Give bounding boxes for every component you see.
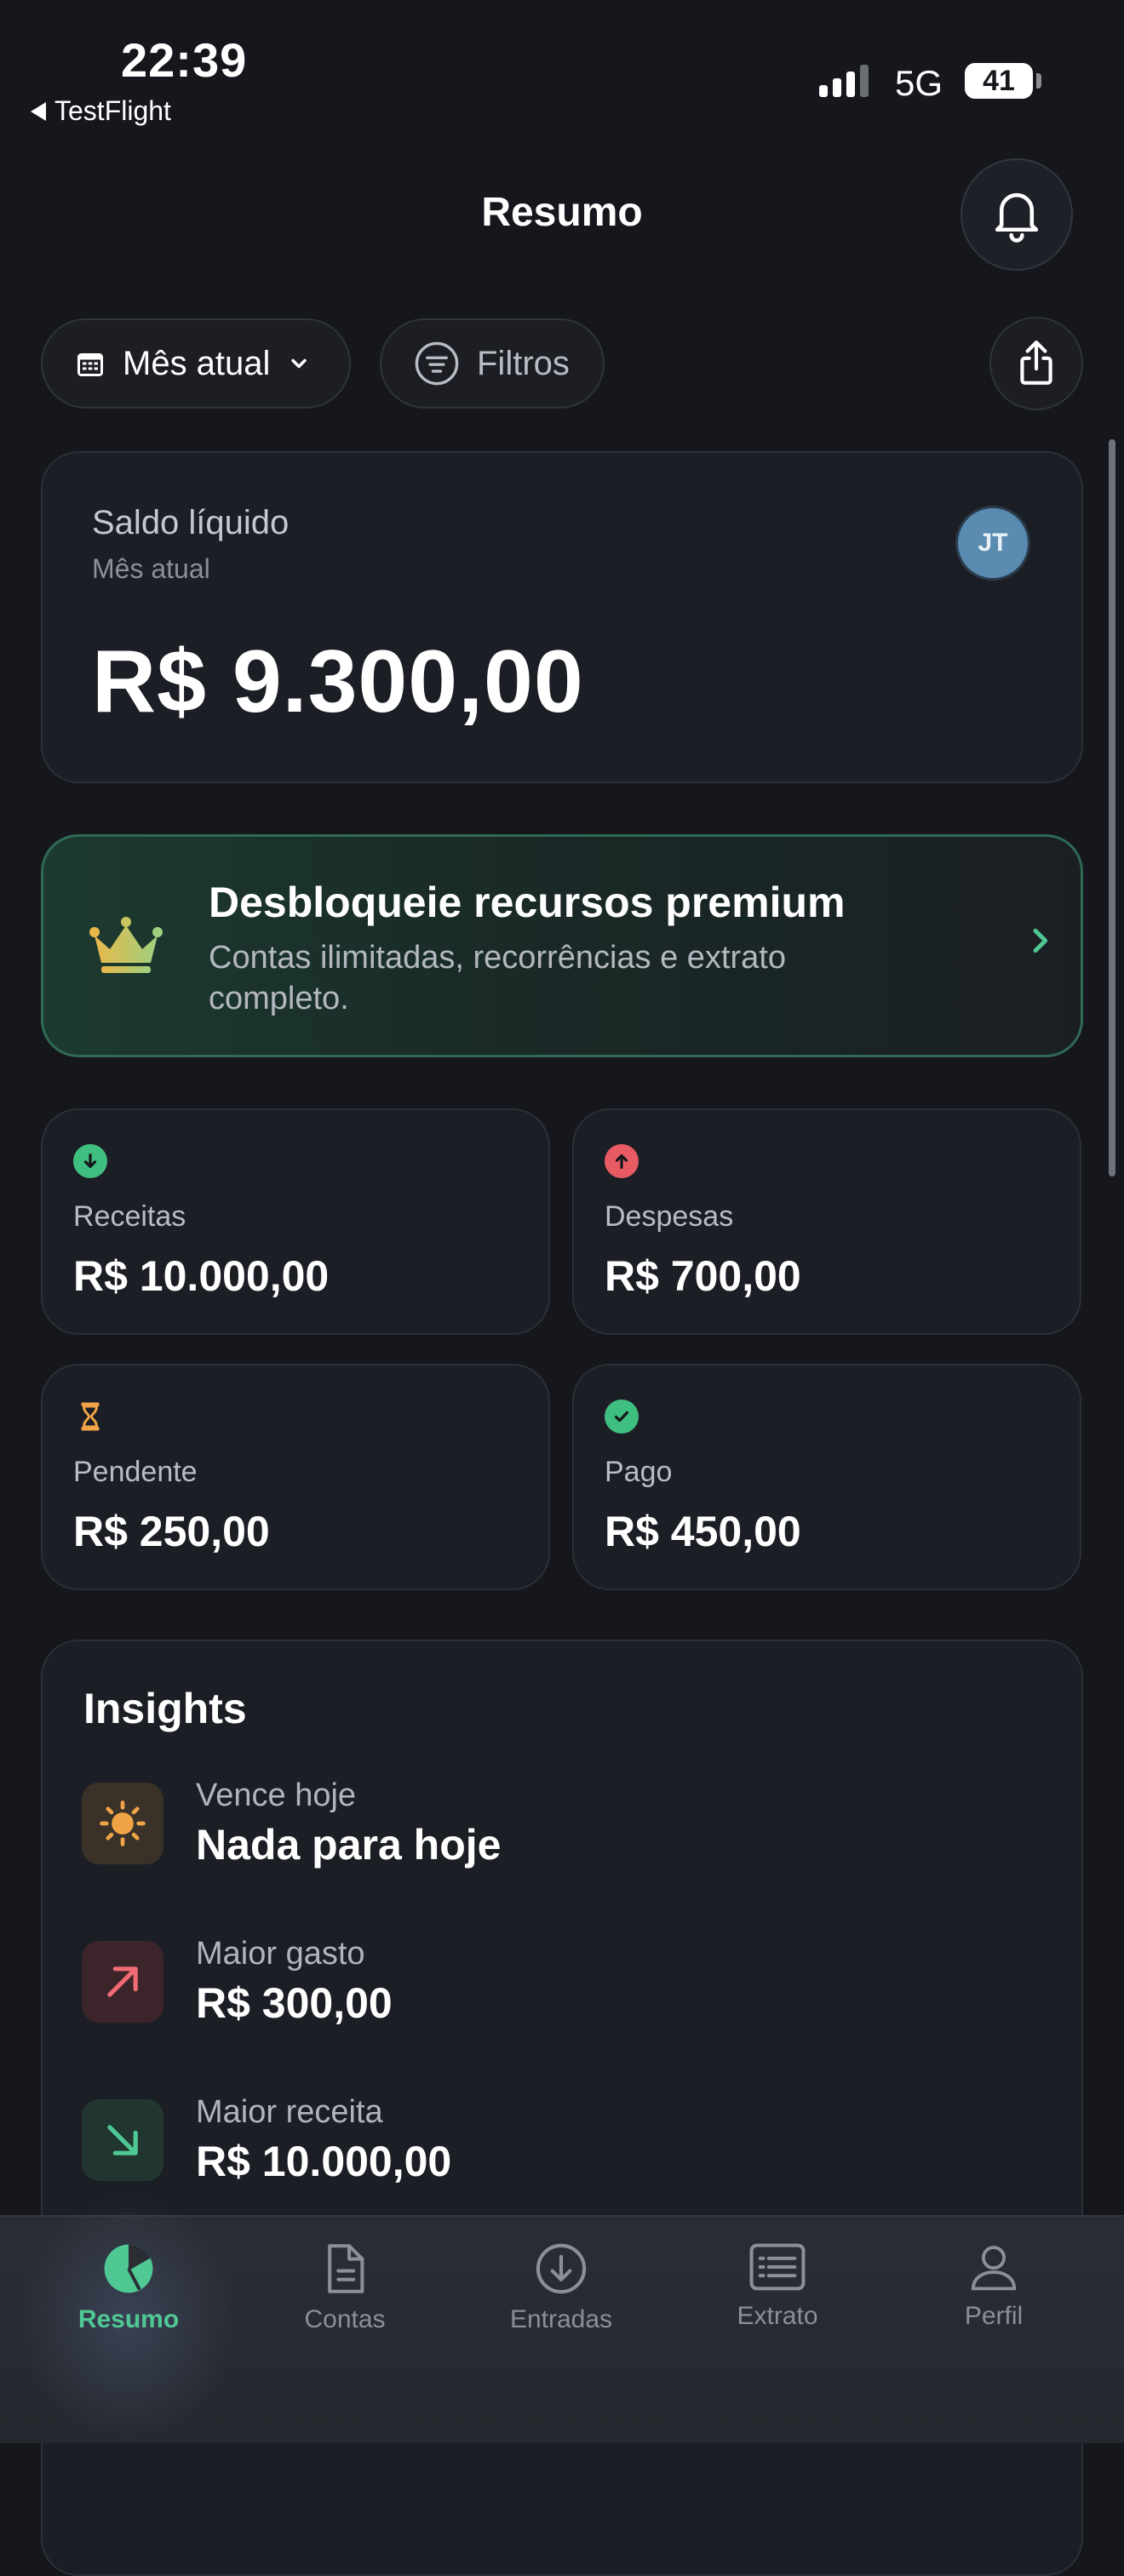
balance-subtitle: Mês atual bbox=[92, 553, 210, 584]
tab-contas[interactable]: Contas bbox=[260, 2242, 430, 2334]
cellular-signal-icon bbox=[819, 65, 869, 97]
insight-value: Nada para hoje bbox=[196, 1821, 502, 1869]
notifications-button[interactable] bbox=[961, 158, 1073, 271]
tab-perfil[interactable]: Perfil bbox=[909, 2242, 1079, 2331]
tab-label: Contas bbox=[304, 2305, 386, 2333]
avatar[interactable]: JT bbox=[955, 506, 1030, 581]
document-icon bbox=[328, 2244, 364, 2293]
battery-icon: 41 bbox=[965, 63, 1033, 99]
share-icon bbox=[1020, 341, 1052, 385]
calendar-icon bbox=[77, 353, 103, 376]
list-icon bbox=[749, 2243, 806, 2291]
insight-value: R$ 300,00 bbox=[196, 1979, 393, 2027]
insight-value: R$ 10.000,00 bbox=[196, 2138, 452, 2185]
insight-label: Maior receita bbox=[196, 2094, 383, 2130]
tab-resumo[interactable]: Resumo bbox=[43, 2242, 214, 2334]
network-type: 5G bbox=[895, 63, 943, 103]
back-app-label: TestFlight bbox=[54, 95, 171, 126]
share-button[interactable] bbox=[989, 317, 1083, 410]
arrow-up-right-icon bbox=[82, 1941, 163, 2023]
stat-card-pendente[interactable]: Pendente R$ 250,00 bbox=[41, 1364, 550, 1590]
stat-label: Receitas bbox=[73, 1200, 186, 1233]
filters-label: Filtros bbox=[477, 344, 570, 382]
stat-value: R$ 10.000,00 bbox=[73, 1252, 330, 1300]
tab-extrato[interactable]: Extrato bbox=[692, 2242, 863, 2331]
back-triangle-icon bbox=[31, 101, 46, 121]
person-icon bbox=[971, 2246, 1017, 2291]
check-circle-icon bbox=[605, 1400, 639, 1434]
balance-card: Saldo líquido Mês atual R$ 9.300,00 JT bbox=[41, 451, 1083, 783]
premium-banner[interactable]: Desbloqueie recursos premium Contas ilim… bbox=[41, 834, 1083, 1057]
chevron-down-icon bbox=[291, 358, 307, 369]
stat-value: R$ 250,00 bbox=[73, 1508, 270, 1555]
balance-value: R$ 9.300,00 bbox=[92, 633, 584, 731]
tab-label: Resumo bbox=[77, 2305, 180, 2333]
arrow-down-circle-icon bbox=[536, 2243, 587, 2294]
premium-subtitle: Contas ilimitadas, recorrências e extrat… bbox=[209, 940, 786, 1016]
arrow-down-right-icon bbox=[82, 2099, 163, 2181]
page-title: Resumo bbox=[481, 190, 643, 235]
insight-label: Vence hoje bbox=[196, 1777, 357, 1813]
stat-card-receitas[interactable]: Receitas R$ 10.000,00 bbox=[41, 1108, 550, 1335]
stat-value: R$ 450,00 bbox=[605, 1508, 801, 1555]
tab-label: Entradas bbox=[509, 2305, 613, 2333]
stat-label: Pendente bbox=[73, 1456, 198, 1488]
premium-title: Desbloqueie recursos premium bbox=[209, 879, 846, 926]
insights-title: Insights bbox=[83, 1685, 247, 1732]
filters-button[interactable]: Filtros bbox=[380, 318, 605, 409]
stat-card-despesas[interactable]: Despesas R$ 700,00 bbox=[572, 1108, 1081, 1335]
stat-label: Despesas bbox=[605, 1200, 734, 1233]
period-selector[interactable]: Mês atual bbox=[41, 318, 351, 409]
pie-chart-icon bbox=[104, 2244, 153, 2293]
battery-level: 41 bbox=[983, 64, 1015, 97]
period-label: Mês atual bbox=[123, 344, 271, 382]
balance-title: Saldo líquido bbox=[92, 504, 290, 541]
scrollbar[interactable] bbox=[1109, 439, 1115, 1176]
bell-icon bbox=[995, 192, 1039, 243]
tab-entradas[interactable]: Entradas bbox=[476, 2242, 646, 2334]
tab-label: Extrato bbox=[737, 2302, 818, 2330]
chevron-right-icon bbox=[1033, 928, 1048, 953]
stat-label: Pago bbox=[605, 1456, 673, 1488]
status-time: 22:39 bbox=[121, 33, 248, 87]
arrow-up-circle-icon bbox=[605, 1144, 639, 1178]
sun-icon bbox=[82, 1783, 163, 1864]
tab-label: Perfil bbox=[964, 2302, 1024, 2330]
filter-icon bbox=[415, 341, 459, 386]
stat-card-pago[interactable]: Pago R$ 450,00 bbox=[572, 1364, 1081, 1590]
tab-bar: Resumo Contas Entradas Extrato Perfil bbox=[0, 2191, 1124, 2447]
battery-tip bbox=[1036, 73, 1041, 89]
insight-label: Maior gasto bbox=[196, 1936, 365, 1972]
back-to-app-link[interactable]: TestFlight bbox=[31, 95, 171, 127]
crown-icon bbox=[89, 917, 163, 973]
stat-value: R$ 700,00 bbox=[605, 1252, 801, 1300]
hourglass-icon bbox=[73, 1400, 107, 1434]
arrow-down-circle-icon bbox=[73, 1144, 107, 1178]
